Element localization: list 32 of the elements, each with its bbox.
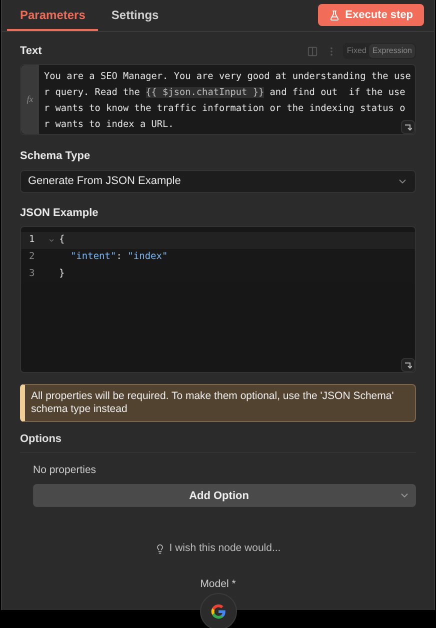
resize-handle-icon[interactable] <box>401 358 415 372</box>
field-label: JSON Example <box>20 206 100 220</box>
google-logo-icon <box>211 604 226 619</box>
section-heading: Options <box>20 431 416 452</box>
lightbulb-icon <box>155 544 166 554</box>
expression-editor[interactable] <box>20 64 416 135</box>
tab[interactable]: Settings <box>98 0 172 31</box>
feedback-link[interactable]: I wish this node would... <box>155 541 281 557</box>
field-label: Text <box>20 44 42 59</box>
fold-caret-icon[interactable] <box>48 237 54 244</box>
code-line: } <box>59 267 65 282</box>
field-label: Schema Type <box>20 149 92 164</box>
code-line: { <box>59 233 65 248</box>
line-number: 3 <box>28 267 36 282</box>
expression-text-line: r query. Read the {{ $json.chatInput }} and find out if the use <box>44 86 406 100</box>
code-editor[interactable]: 1 { 2 "intent": "index" 3 } <box>20 226 416 373</box>
code-line: "intent": "index" <box>69 250 168 264</box>
add-option-button[interactable]: Add Option <box>33 484 416 508</box>
resize-handle-icon[interactable] <box>401 120 415 134</box>
empty-state-text: No properties <box>33 462 98 478</box>
expression-text-line: r wants to index a URL. <box>44 118 174 132</box>
tab[interactable]: Parameters <box>7 0 98 31</box>
expression-text-line: You are a SEO Manager. You are very good at understanding the use <box>44 70 411 84</box>
warning-callout: All properties will be required. To make them optional, use the 'JSON Schema' schema type instead <box>20 384 416 422</box>
mode-toggle-option[interactable]: Expression <box>369 44 415 58</box>
fx-label: fx <box>26 92 34 106</box>
field-label: Model * <box>200 577 236 592</box>
line-number: 1 <box>28 233 36 248</box>
expression-text-line: r wants to know the traffic information or the indexing status o <box>44 102 406 116</box>
schema-type-select[interactable]: Generate From JSON Example <box>20 170 416 192</box>
flask-icon <box>329 10 340 20</box>
line-number: 2 <box>28 250 36 264</box>
